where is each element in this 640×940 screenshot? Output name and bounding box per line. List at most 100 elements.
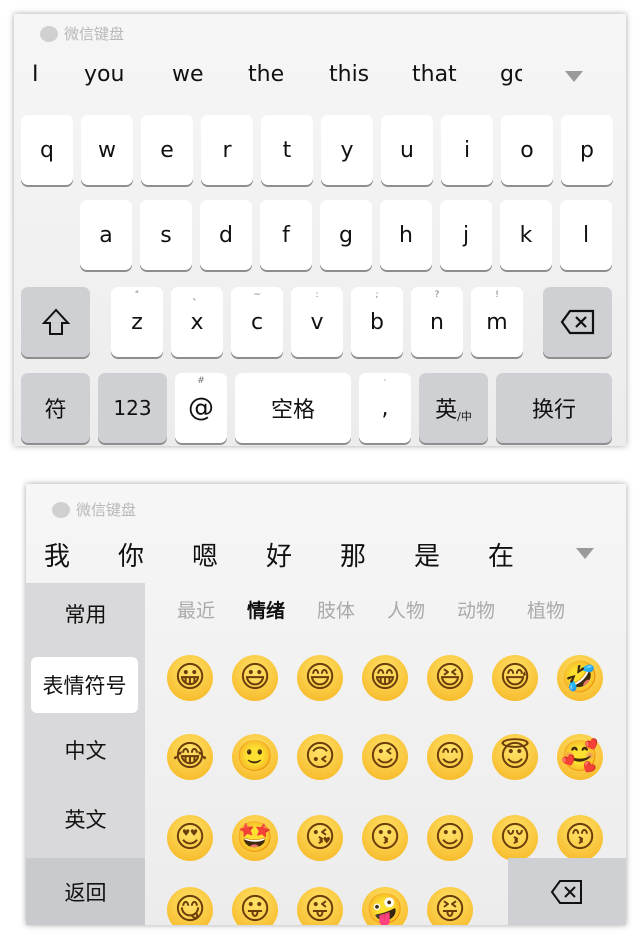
key-a[interactable]: a (80, 200, 132, 270)
expand-candidates-icon[interactable] (565, 71, 583, 82)
key-i[interactable]: i (441, 115, 493, 185)
candidate-word[interactable]: 好 (266, 536, 292, 573)
key-b[interactable]: ; b (351, 287, 403, 357)
sidebar-item[interactable]: 常用 (26, 583, 145, 645)
backspace-button[interactable] (543, 287, 612, 357)
candidate-word[interactable]: the (248, 62, 284, 87)
key-s[interactable]: s (140, 200, 192, 270)
at-key[interactable]: # @ (175, 373, 227, 443)
emoji-category-tab[interactable]: 植物 (527, 596, 565, 623)
delete-button[interactable] (508, 858, 626, 925)
emoji[interactable]: 😉 (362, 734, 408, 780)
candidate-word[interactable]: that (412, 62, 457, 87)
key-g[interactable]: g (320, 200, 372, 270)
key-x[interactable]: 、 x (171, 287, 223, 357)
emoji[interactable]: 😆 (427, 655, 473, 701)
key-j[interactable]: j (440, 200, 492, 270)
brand-label: 微信键盘 (76, 501, 137, 519)
symbols-button[interactable]: 符 (21, 373, 90, 443)
candidate-word[interactable]: 是 (414, 536, 440, 573)
emoji[interactable]: 🤣 (557, 655, 603, 701)
emoji[interactable]: ☺ (427, 815, 473, 861)
key-hint: ! (495, 290, 499, 300)
candidate-word[interactable]: 我 (44, 536, 70, 573)
emoji-category-tab[interactable]: 人物 (387, 596, 425, 623)
emoji[interactable]: 😚 (492, 815, 538, 861)
emoji[interactable]: 🤩 (232, 815, 278, 861)
emoji[interactable]: 😅 (492, 655, 538, 701)
emoji[interactable]: 😗 (362, 815, 408, 861)
key-hint: 、 (192, 293, 202, 303)
emoji[interactable]: 🙂 (232, 734, 278, 780)
emoji[interactable]: 😘 (297, 815, 343, 861)
candidate-word[interactable]: 那 (340, 536, 366, 573)
space-key[interactable]: 空格 (235, 373, 351, 443)
key-c[interactable]: ~ c (231, 287, 283, 357)
enter-button[interactable]: 换行 (496, 373, 612, 443)
emoji[interactable]: 🤪 (362, 887, 408, 925)
key-d[interactable]: d (200, 200, 252, 270)
numbers-button[interactable]: 123 (98, 373, 167, 443)
candidate-word[interactable]: 你 (118, 536, 144, 573)
key-r[interactable]: r (201, 115, 253, 185)
emoji[interactable]: 😝 (427, 887, 473, 925)
emoji[interactable]: 😁 (362, 655, 408, 701)
key-t[interactable]: t (261, 115, 313, 185)
emoji[interactable]: 😋 (167, 887, 213, 925)
key-q[interactable]: q (21, 115, 73, 185)
candidate-word[interactable]: I (32, 62, 39, 87)
emoji[interactable]: 😜 (297, 887, 343, 925)
emoji-keyboard: 微信键盘 我 你 嗯 好 那 是 在 常用表情符号中文英文返回 最近 情绪 肢体 人物 动物 植物 😀… (26, 484, 626, 925)
emoji-category-tab[interactable]: 动物 (457, 596, 495, 623)
key-w[interactable]: w (81, 115, 133, 185)
sidebar-item[interactable]: 中文 (26, 720, 145, 780)
shift-button[interactable] (21, 287, 90, 357)
language-switch-button[interactable]: 英/中 (419, 373, 488, 443)
emoji[interactable]: 😀 (167, 655, 213, 701)
sidebar-item[interactable]: 返回 (26, 858, 145, 925)
expand-candidates-icon[interactable] (576, 548, 594, 559)
emoji[interactable]: 😍 (167, 815, 213, 861)
wechat-bubble-icon (40, 25, 58, 42)
lang-sub-label: /中 (457, 410, 472, 423)
emoji[interactable]: 🙃 (297, 734, 343, 780)
key-p[interactable]: p (561, 115, 613, 185)
key-k[interactable]: k (500, 200, 552, 270)
candidate-word[interactable]: you (84, 62, 124, 87)
key-hint: ; (375, 290, 379, 300)
candidate-word[interactable]: 在 (488, 536, 514, 573)
candidate-word[interactable]: 嗯 (192, 536, 218, 573)
emoji[interactable]: 😛 (232, 887, 278, 925)
emoji[interactable]: 😃 (232, 655, 278, 701)
candidate-word[interactable]: this (329, 62, 369, 87)
key-z[interactable]: " z (111, 287, 163, 357)
key-y[interactable]: y (321, 115, 373, 185)
key-e[interactable]: e (141, 115, 193, 185)
candidate-word[interactable]: we (172, 62, 204, 87)
key-l[interactable]: l (560, 200, 612, 270)
key-m[interactable]: ! m (471, 287, 523, 357)
candidate-word[interactable]: go (500, 62, 522, 87)
emoji[interactable]: 😇 (492, 734, 538, 780)
key-f[interactable]: f (260, 200, 312, 270)
comma-key[interactable]: ·, (359, 373, 411, 443)
emoji[interactable]: 😄 (297, 655, 343, 701)
key-o[interactable]: o (501, 115, 553, 185)
emoji[interactable]: 😙 (557, 815, 603, 861)
emoji-category-tab[interactable]: 情绪 (247, 596, 285, 623)
key-u[interactable]: u (381, 115, 433, 185)
key-n[interactable]: ? n (411, 287, 463, 357)
key-h[interactable]: h (380, 200, 432, 270)
emoji[interactable]: 😂 (167, 734, 213, 780)
key-label: @ (188, 393, 214, 423)
emoji-category-tab[interactable]: 肢体 (317, 596, 355, 623)
emoji-category-tab[interactable]: 最近 (177, 596, 215, 623)
key-hint: : (315, 290, 319, 300)
sidebar-item[interactable]: 英文 (26, 789, 145, 849)
emoji[interactable]: 😊 (427, 734, 473, 780)
key-label: m (486, 309, 508, 335)
sidebar-item[interactable]: 表情符号 (31, 657, 138, 713)
brand: 微信键盘 (40, 23, 124, 44)
emoji[interactable]: 🥰 (557, 734, 603, 780)
key-v[interactable]: :v (291, 287, 343, 357)
